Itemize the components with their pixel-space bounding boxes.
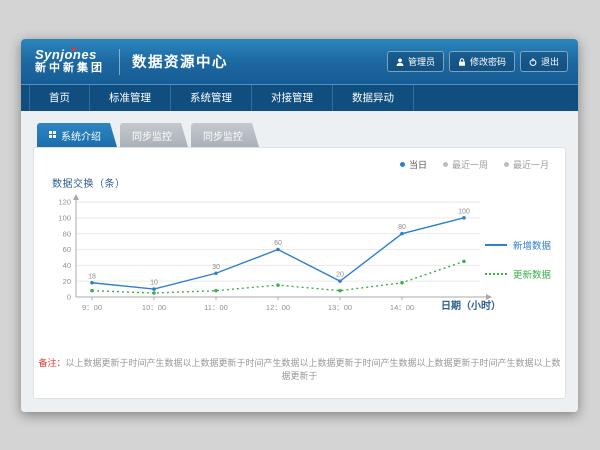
svg-text:60: 60 xyxy=(63,245,71,254)
svg-text:60: 60 xyxy=(274,240,282,247)
filter-today[interactable]: 当日 xyxy=(400,158,427,171)
svg-text:120: 120 xyxy=(58,198,71,207)
logout-button[interactable]: 退出 xyxy=(520,51,568,72)
footnote-prefix: 备注： xyxy=(38,358,65,368)
svg-text:14：00: 14：00 xyxy=(390,303,414,312)
nav-item-connect[interactable]: 对接管理 xyxy=(252,85,333,111)
nav-item-home[interactable]: 首页 xyxy=(29,85,90,111)
nav-item-system[interactable]: 系统管理 xyxy=(171,85,252,111)
dotted-line-icon xyxy=(485,273,507,275)
page-title: 数据资源中心 xyxy=(132,51,228,72)
nav-item-standards[interactable]: 标准管理 xyxy=(90,85,171,111)
change-password-button[interactable]: 修改密码 xyxy=(449,51,515,72)
tab-sync-monitor-1[interactable]: 同步监控 xyxy=(120,123,188,147)
tab-label: 系统介绍 xyxy=(61,128,101,143)
svg-text:11：00: 11：00 xyxy=(204,303,228,312)
content-area: 系统介绍 同步监控 同步监控 当日 最近一周 xyxy=(21,111,578,412)
app-header: Synjones 新中新集团 数据资源中心 管理员 修改密码 xyxy=(21,39,578,84)
legend-updated-data-label: 更新数据 xyxy=(513,267,551,281)
svg-text:0: 0 xyxy=(67,293,71,302)
svg-text:18: 18 xyxy=(88,273,96,280)
logo-text-cn: 新中新集团 xyxy=(35,63,105,75)
svg-text:12：00: 12：00 xyxy=(266,303,290,312)
svg-text:40: 40 xyxy=(63,261,71,270)
filter-today-label: 当日 xyxy=(409,158,427,171)
tab-label: 同步监控 xyxy=(132,128,172,143)
logo-text-en: Synjones xyxy=(35,48,105,62)
legend-dot-icon xyxy=(443,162,448,167)
time-filter-legend: 当日 最近一周 最近一月 xyxy=(400,158,549,171)
footnote: 备注：以上数据更新于时间产生数据以上数据更新于时间产生数据以上数据更新于时间产生… xyxy=(34,356,565,382)
header-actions: 管理员 修改密码 退出 xyxy=(387,51,568,72)
chart-card: 当日 最近一周 最近一月 数据交换（条） 0 20 40 60 80 100 120 9：00… xyxy=(33,147,566,399)
user-icon xyxy=(396,58,404,66)
power-icon xyxy=(529,58,537,66)
series-legend: 新增数据 更新数据 xyxy=(485,238,551,281)
solid-line-icon xyxy=(485,244,507,246)
filter-last-week[interactable]: 最近一周 xyxy=(443,158,488,171)
grid-icon xyxy=(49,130,56,141)
svg-text:80: 80 xyxy=(398,224,406,231)
svg-text:80: 80 xyxy=(63,229,71,238)
tab-system-intro[interactable]: 系统介绍 xyxy=(37,123,117,147)
tab-sync-monitor-2[interactable]: 同步监控 xyxy=(191,123,259,147)
admin-user-button[interactable]: 管理员 xyxy=(387,51,444,72)
app-window: Synjones 新中新集团 数据资源中心 管理员 修改密码 xyxy=(21,39,578,412)
line-chart: 0 20 40 60 80 100 120 9：00 10：00 11：00 12：00 13：00 1… xyxy=(46,192,496,317)
legend-dot-icon xyxy=(400,162,405,167)
svg-text:20: 20 xyxy=(336,272,344,279)
svg-text:9：00: 9：00 xyxy=(82,303,102,312)
footnote-text: 以上数据更新于时间产生数据以上数据更新于时间产生数据以上数据更新于时间产生数据以… xyxy=(66,358,561,381)
y-axis-title: 数据交换（条） xyxy=(52,175,126,190)
svg-text:30: 30 xyxy=(212,264,220,271)
svg-text:10：00: 10：00 xyxy=(142,303,166,312)
svg-text:10: 10 xyxy=(150,280,158,287)
svg-text:20: 20 xyxy=(63,277,71,286)
x-axis-title: 日期（小时） xyxy=(441,297,501,312)
legend-new-data[interactable]: 新增数据 xyxy=(485,238,551,252)
nav-item-datachange[interactable]: 数据异动 xyxy=(333,85,414,111)
legend-new-data-label: 新增数据 xyxy=(513,238,551,252)
header-divider xyxy=(119,49,120,75)
svg-text:100: 100 xyxy=(458,208,470,215)
tab-bar: 系统介绍 同步监控 同步监控 xyxy=(37,123,566,147)
filter-last-month[interactable]: 最近一月 xyxy=(504,158,549,171)
svg-text:100: 100 xyxy=(58,213,71,222)
legend-dot-icon xyxy=(504,162,509,167)
change-password-label: 修改密码 xyxy=(470,55,506,68)
filter-last-month-label: 最近一月 xyxy=(513,158,549,171)
legend-updated-data[interactable]: 更新数据 xyxy=(485,267,551,281)
svg-text:13：00: 13：00 xyxy=(328,303,352,312)
admin-user-label: 管理员 xyxy=(408,55,435,68)
company-logo: Synjones 新中新集团 xyxy=(35,48,105,74)
lock-icon xyxy=(458,58,466,66)
logout-label: 退出 xyxy=(541,55,559,68)
filter-last-week-label: 最近一周 xyxy=(452,158,488,171)
tab-label: 同步监控 xyxy=(203,128,243,143)
main-nav: 首页 标准管理 系统管理 对接管理 数据异动 xyxy=(21,84,578,111)
